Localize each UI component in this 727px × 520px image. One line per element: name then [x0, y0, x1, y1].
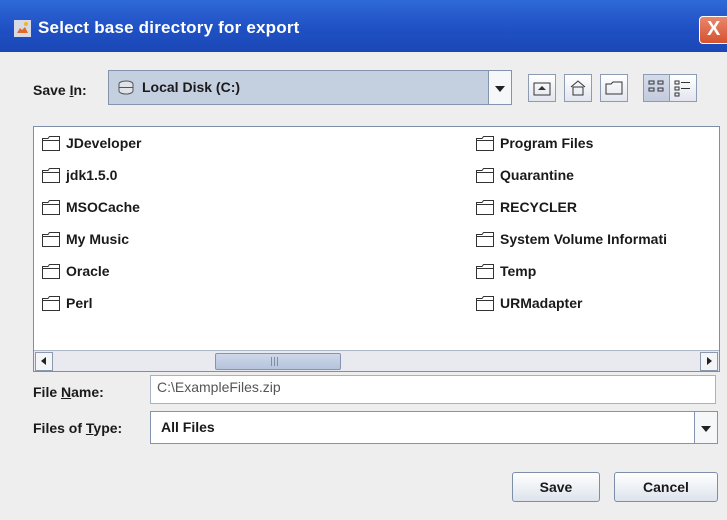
files-of-type-label: Files of Type: — [33, 420, 123, 436]
folder-icon — [476, 136, 494, 151]
file-list[interactable]: JDeveloper jdk1.5.0 MSOCache My Music Or… — [33, 126, 720, 372]
folder-name: MSOCache — [66, 199, 140, 215]
chevron-down-icon[interactable] — [694, 412, 717, 443]
chevron-down-icon[interactable] — [488, 71, 511, 104]
folder-icon — [476, 200, 494, 215]
folder-name: System Volume Informati — [500, 231, 668, 247]
scroll-left-icon[interactable] — [35, 352, 53, 371]
dialog-body: Save In: Local Disk (C:) JDeveloper jdk1… — [0, 52, 727, 520]
save-in-value: Local Disk (C:) — [142, 79, 241, 95]
folder-icon — [42, 168, 60, 183]
folder-icon — [42, 264, 60, 279]
up-one-level-button[interactable] — [528, 74, 556, 102]
close-button[interactable]: X — [699, 16, 727, 44]
java-app-icon — [14, 20, 31, 37]
folder-name: JDeveloper — [66, 135, 142, 151]
list-view-icon — [648, 80, 664, 92]
folder-icon — [42, 232, 60, 247]
export-dialog: Select base directory for export X Save … — [0, 0, 727, 520]
file-name-value: C:\ExampleFiles.zip — [157, 379, 281, 395]
folder-name: RECYCLER — [500, 199, 578, 215]
new-folder-button[interactable] — [600, 74, 628, 102]
file-name-input[interactable]: C:\ExampleFiles.zip — [150, 375, 716, 404]
folder-name: URMadapter — [500, 295, 583, 311]
folder-icon — [42, 136, 60, 151]
save-button[interactable]: Save — [512, 472, 600, 502]
up-one-level-icon — [533, 82, 551, 96]
folder-name: My Music — [66, 231, 130, 247]
new-folder-icon — [605, 81, 623, 95]
folder-name: Perl — [66, 295, 93, 311]
folder-item[interactable]: System Volume Informati — [476, 229, 719, 251]
home-icon — [570, 80, 586, 96]
scroll-thumb[interactable] — [215, 353, 341, 370]
cancel-button[interactable]: Cancel — [614, 472, 718, 502]
folder-icon — [476, 264, 494, 279]
files-of-type-combo[interactable]: All Files — [150, 411, 718, 444]
close-icon: X — [707, 18, 721, 40]
home-button[interactable] — [564, 74, 592, 102]
scroll-right-icon[interactable] — [700, 352, 718, 371]
folder-name: jdk1.5.0 — [66, 167, 118, 183]
folder-icon — [476, 232, 494, 247]
save-in-label: Save In: — [33, 82, 87, 98]
folder-icon — [476, 168, 494, 183]
folder-name: Quarantine — [500, 167, 574, 183]
folder-icon — [42, 200, 60, 215]
folder-name: Oracle — [66, 263, 110, 279]
files-of-type-value: All Files — [161, 419, 215, 435]
folder-name: Temp — [500, 263, 537, 279]
folder-icon — [476, 296, 494, 311]
list-view-button[interactable] — [643, 74, 671, 102]
hard-disk-icon — [118, 80, 134, 95]
folder-icon — [42, 296, 60, 311]
horizontal-scrollbar[interactable] — [34, 350, 719, 371]
file-name-label: File Name: — [33, 384, 104, 400]
details-view-icon — [674, 80, 690, 97]
folder-name: Program Files — [500, 135, 594, 151]
details-view-button[interactable] — [669, 74, 697, 102]
title-bar[interactable]: Select base directory for export X — [0, 0, 727, 52]
save-in-combo[interactable]: Local Disk (C:) — [108, 70, 512, 105]
grip-icon — [274, 357, 275, 366]
window-title: Select base directory for export — [38, 18, 300, 37]
